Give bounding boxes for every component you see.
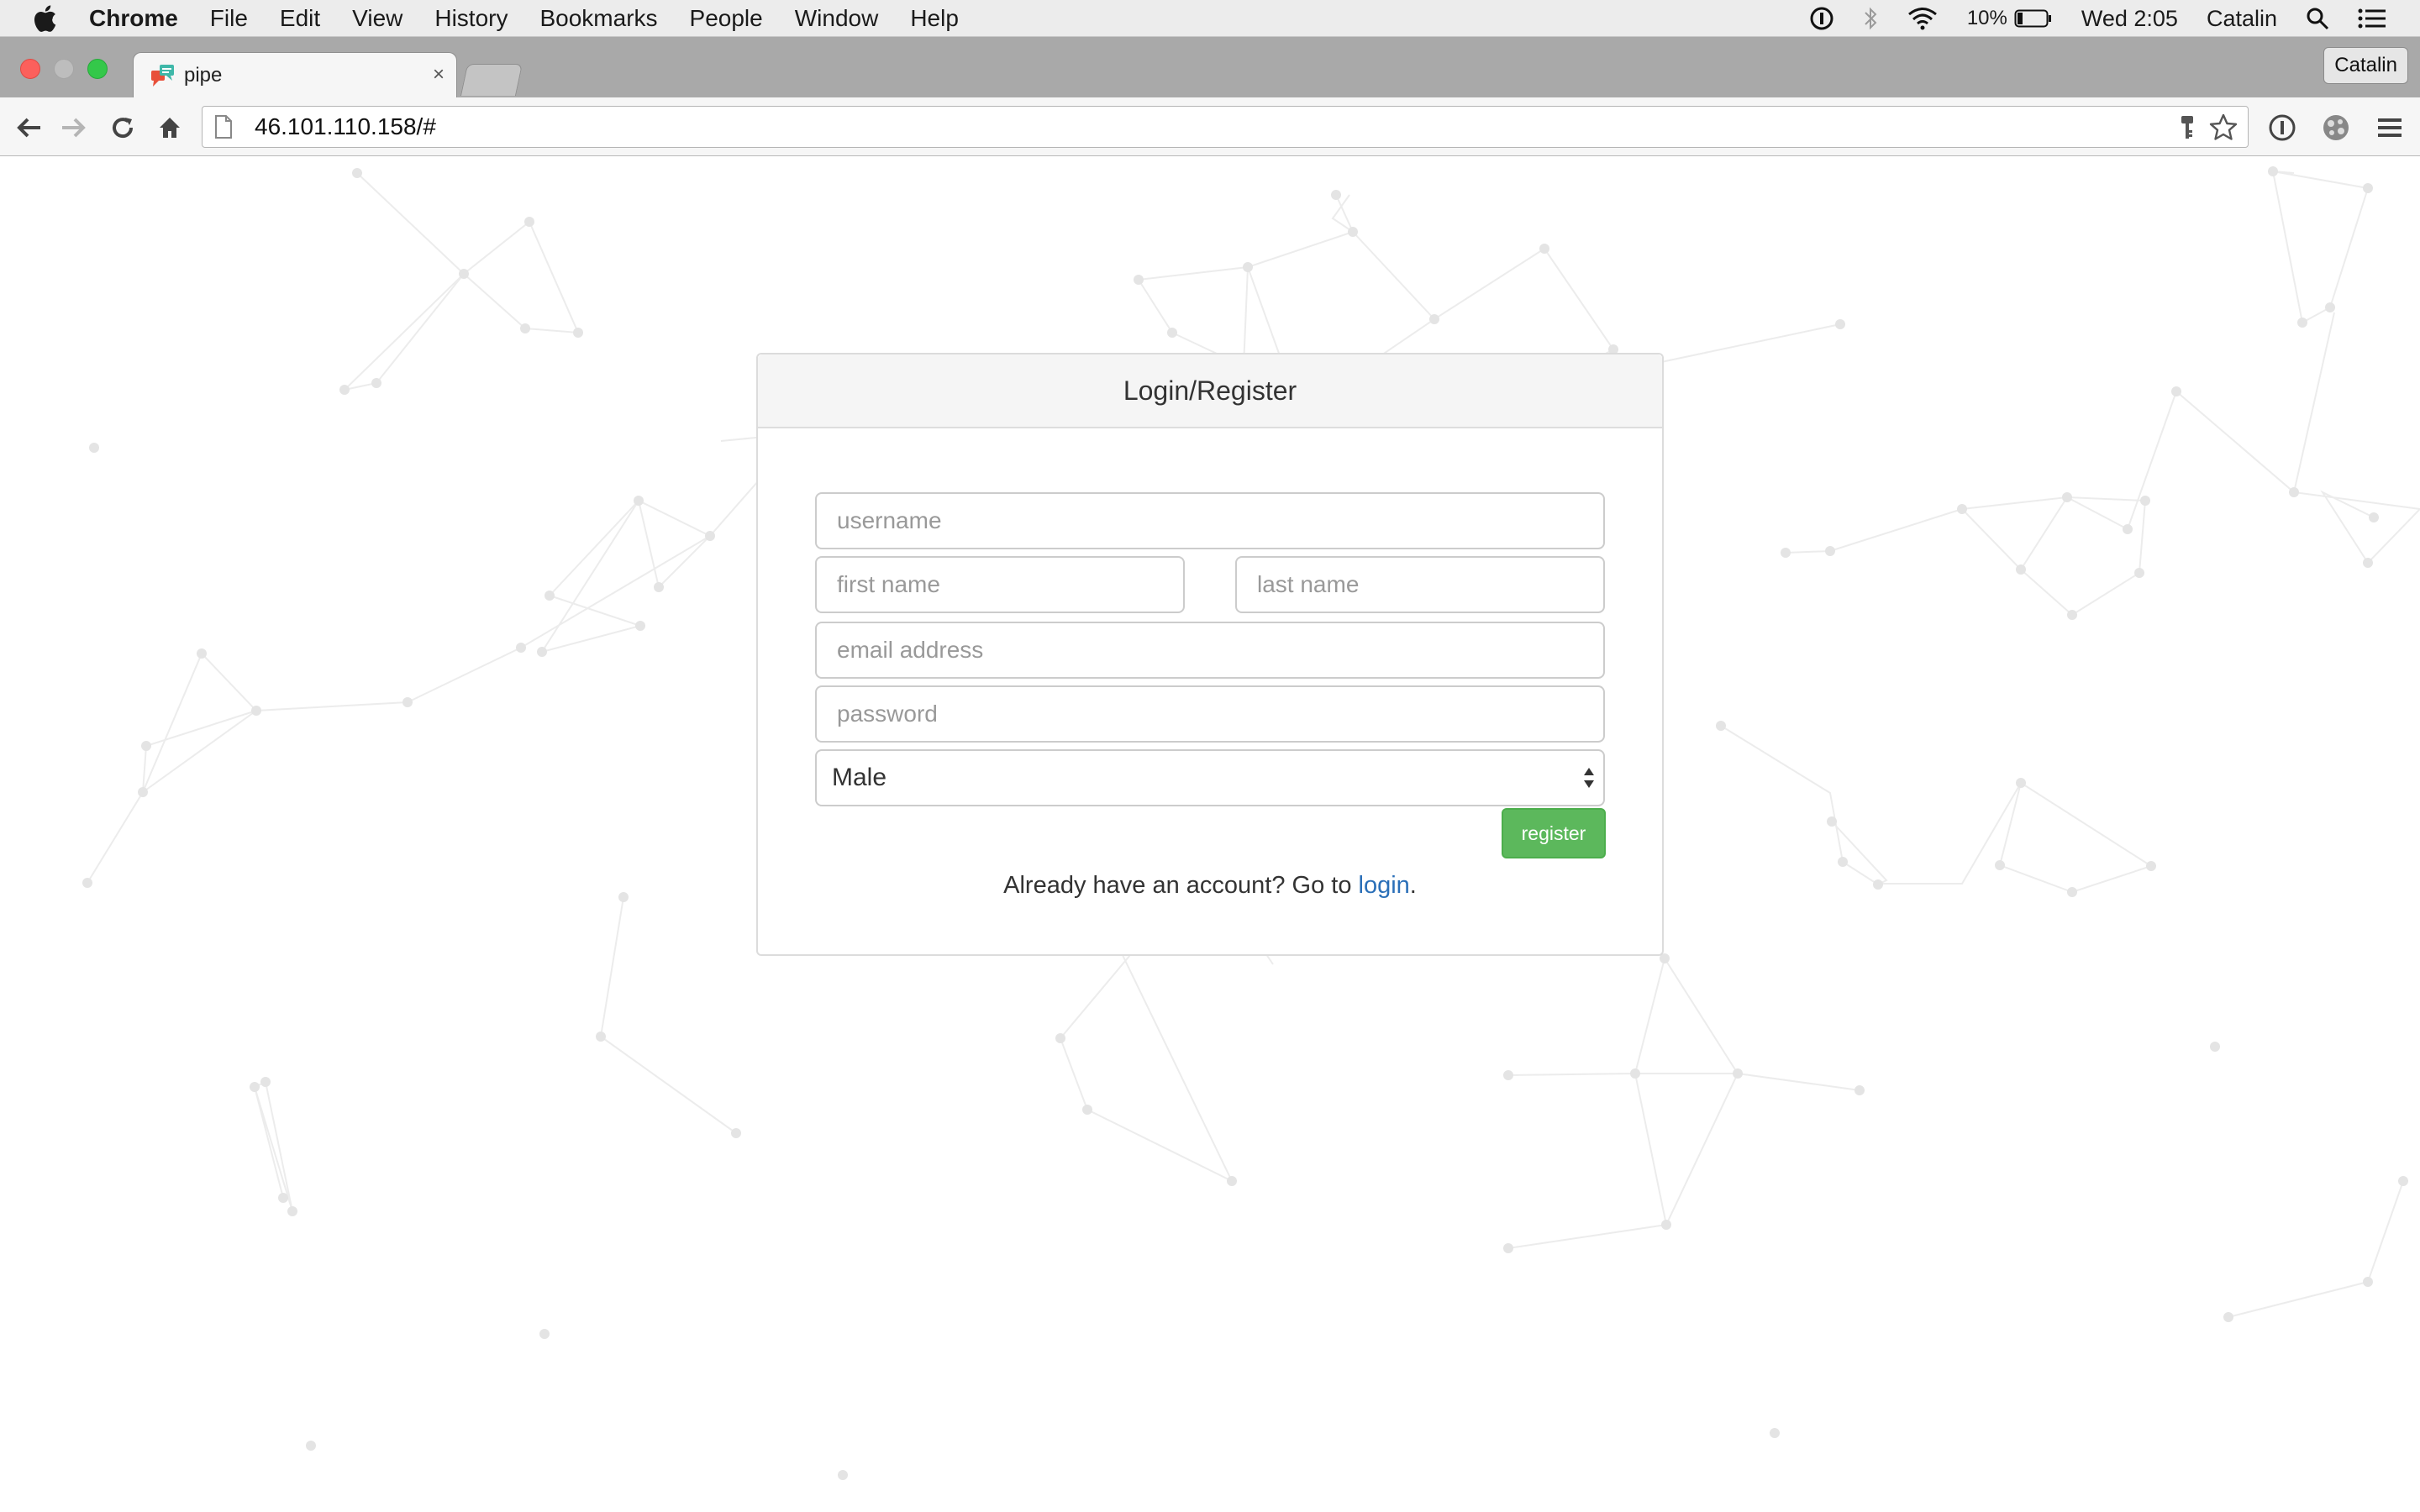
- login-prompt-period: .: [1409, 872, 1417, 899]
- macos-menu-bar: Chrome File Edit View History Bookmarks …: [0, 0, 2420, 37]
- address-bar[interactable]: 46.101.110.158/#: [202, 106, 2249, 148]
- wifi-icon[interactable]: [1907, 7, 1939, 30]
- menu-people[interactable]: People: [690, 5, 763, 32]
- tab-pipe[interactable]: pipe ×: [133, 52, 457, 97]
- menubar-user[interactable]: Catalin: [2207, 6, 2277, 32]
- back-arrow-icon[interactable]: [13, 113, 44, 143]
- select-arrows-icon: [1581, 763, 1597, 800]
- address-bar-url[interactable]: 46.101.110.158/#: [255, 113, 436, 140]
- tab-title: pipe: [184, 63, 223, 87]
- login-prompt-text: Already have an account? Go to: [1003, 872, 1352, 899]
- new-tab-button[interactable]: [460, 64, 523, 96]
- last-name-input[interactable]: [1235, 556, 1605, 613]
- register-button[interactable]: register: [1502, 808, 1606, 858]
- window-zoom-button[interactable]: [87, 59, 108, 79]
- menu-app-chrome[interactable]: Chrome: [89, 5, 178, 32]
- extension-badge-icon[interactable]: [2321, 113, 2351, 143]
- window-minimize-button[interactable]: [54, 59, 74, 79]
- page-icon: [214, 115, 233, 139]
- panel-title: Login/Register: [758, 354, 1662, 428]
- web-page: Login/Register Male register Already hav…: [0, 156, 2420, 1512]
- menu-view[interactable]: View: [352, 5, 402, 32]
- menu-window[interactable]: Window: [795, 5, 879, 32]
- first-name-input[interactable]: [815, 556, 1185, 613]
- window-close-button[interactable]: [20, 59, 40, 79]
- email-input[interactable]: [815, 622, 1605, 679]
- tab-close-icon[interactable]: ×: [433, 65, 445, 85]
- gender-select-value: Male: [832, 764, 887, 791]
- username-input[interactable]: [815, 492, 1605, 549]
- forward-arrow-icon[interactable]: [59, 113, 89, 143]
- menu-history[interactable]: History: [434, 5, 508, 32]
- spotlight-search-icon[interactable]: [2306, 7, 2329, 30]
- battery-percent: 10%: [1966, 7, 2007, 29]
- chrome-menu-icon[interactable]: [2375, 113, 2405, 143]
- gender-select[interactable]: Male: [815, 749, 1605, 806]
- menu-help[interactable]: Help: [910, 5, 959, 32]
- password-input[interactable]: [815, 685, 1605, 743]
- login-register-panel: Login/Register Male register Already hav…: [756, 353, 1664, 956]
- browser-toolbar: 46.101.110.158/#: [0, 97, 2420, 156]
- menu-bookmarks[interactable]: Bookmarks: [539, 5, 657, 32]
- menu-file[interactable]: File: [210, 5, 248, 32]
- bluetooth-icon[interactable]: [1863, 6, 1878, 31]
- password-manager-status-icon[interactable]: [1809, 6, 1834, 31]
- battery-icon[interactable]: [2014, 8, 2053, 29]
- profile-button[interactable]: Catalin: [2323, 47, 2408, 84]
- reload-icon[interactable]: [108, 113, 138, 143]
- chat-bubbles-favicon-icon: [150, 63, 176, 88]
- key-icon[interactable]: [2179, 115, 2196, 144]
- menubar-clock[interactable]: Wed 2:05: [2081, 6, 2178, 32]
- password-extension-icon[interactable]: [2267, 113, 2297, 143]
- login-link[interactable]: login: [1359, 872, 1410, 899]
- bookmark-star-icon[interactable]: [2209, 113, 2238, 146]
- browser-tab-strip: pipe × Catalin: [0, 37, 2420, 97]
- login-prompt: Already have an account? Go to login.: [758, 872, 1662, 900]
- apple-menu-icon[interactable]: [34, 4, 59, 33]
- notification-center-icon[interactable]: [2358, 8, 2386, 29]
- home-icon[interactable]: [155, 113, 185, 143]
- menu-edit[interactable]: Edit: [280, 5, 320, 32]
